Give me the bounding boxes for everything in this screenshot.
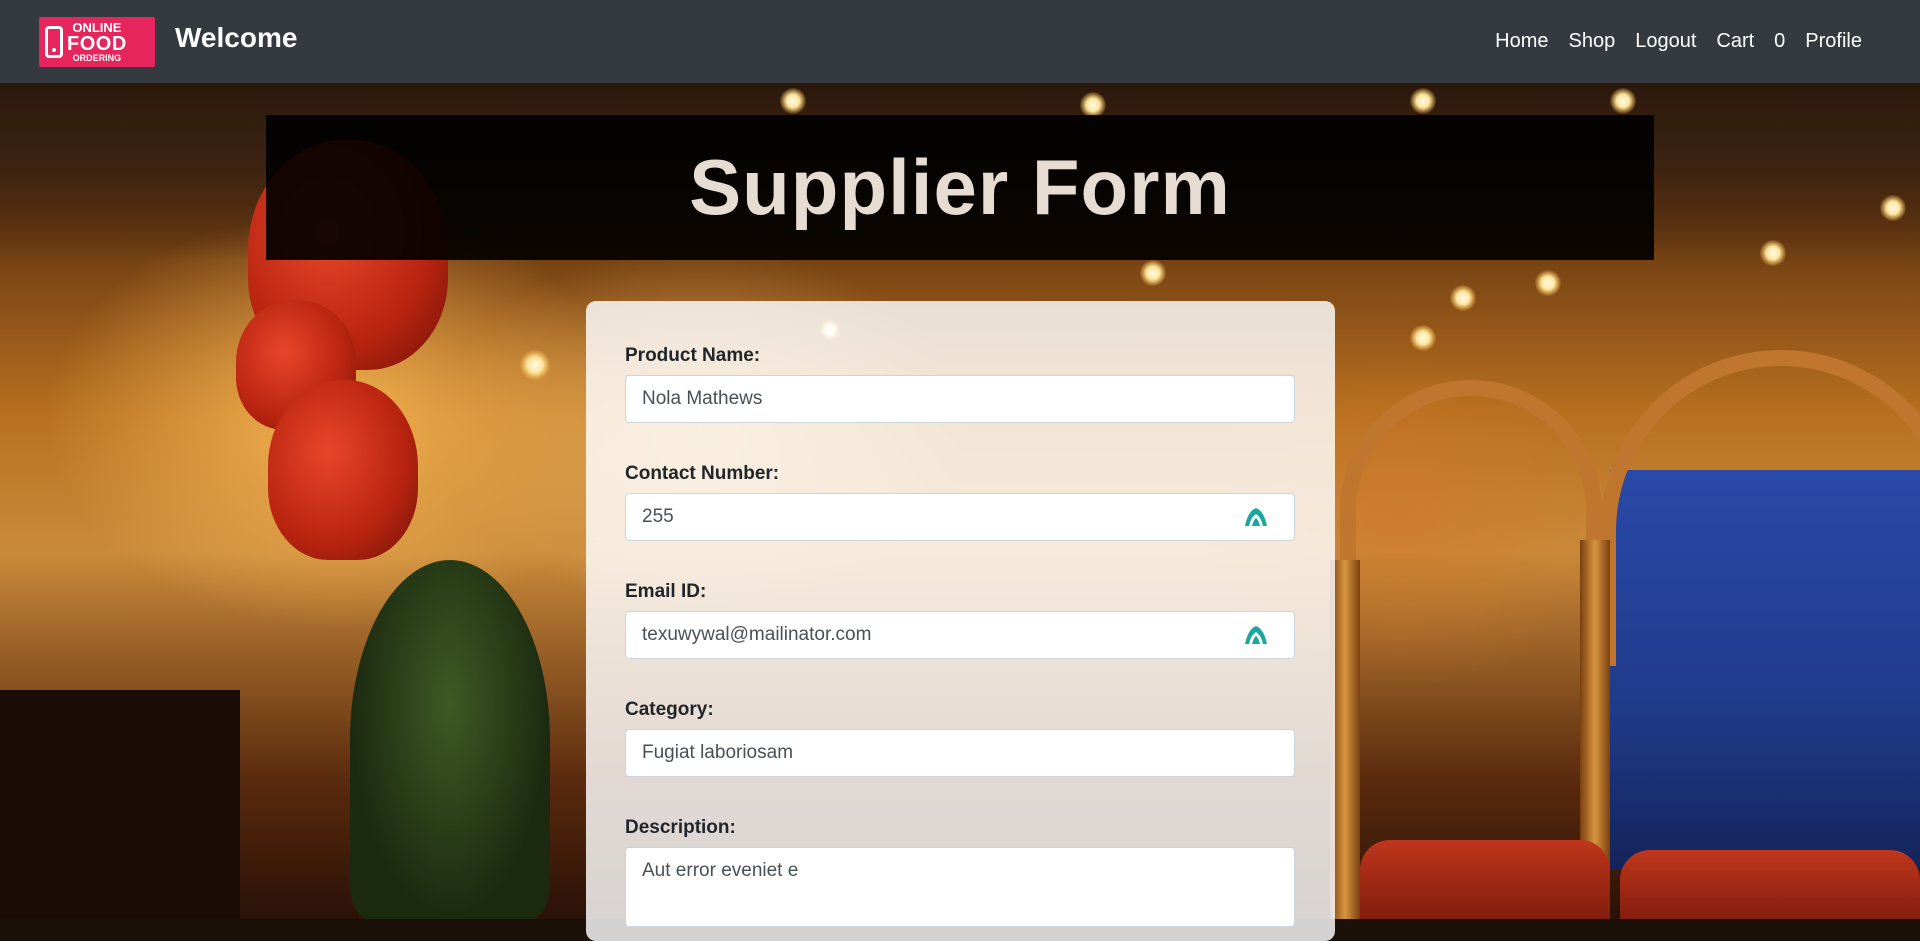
logo-text-line2: FOOD <box>67 32 127 55</box>
email-input[interactable]: texuwywal@mailinator.com <box>625 611 1295 659</box>
category-value: Fugiat laboriosam <box>642 742 794 763</box>
top-navbar: ONLINE FOOD ORDERING Welcome Home Shop L… <box>0 0 1920 83</box>
description-textarea[interactable]: Aut error eveniet e <box>625 847 1295 927</box>
logo-text-line3: ORDERING <box>72 52 122 63</box>
product-name-input[interactable]: Nola Mathews <box>625 375 1295 423</box>
cart-count[interactable]: 0 <box>1764 30 1795 53</box>
nav-link-logout[interactable]: Logout <box>1625 30 1706 53</box>
phone-icon <box>45 25 63 58</box>
contact-number-group: Contact Number: 255 <box>625 463 1295 541</box>
nav-links: Home Shop Logout Cart 0 Profile <box>1485 30 1872 53</box>
nav-link-profile[interactable]: Profile <box>1795 30 1872 53</box>
brand-title[interactable]: Welcome <box>175 22 297 54</box>
logo-text-line1: ONLINE <box>72 19 122 35</box>
product-name-group: Product Name: Nola Mathews <box>625 345 1295 423</box>
autofill-icon[interactable] <box>1244 625 1268 645</box>
email-group: Email ID: texuwywal@mailinator.com <box>625 581 1295 659</box>
nav-link-shop[interactable]: Shop <box>1558 30 1625 53</box>
email-value: texuwywal@mailinator.com <box>642 624 872 645</box>
description-value: Aut error eveniet e <box>642 860 799 881</box>
page-title: Supplier Form <box>689 143 1231 231</box>
contact-number-label: Contact Number: <box>625 463 780 484</box>
contact-number-value: 255 <box>642 506 674 527</box>
page-title-banner: Supplier Form <box>266 115 1654 260</box>
email-label: Email ID: <box>625 581 707 602</box>
category-group: Category: Fugiat laboriosam <box>625 699 1295 777</box>
nav-link-cart[interactable]: Cart <box>1706 30 1764 53</box>
category-input[interactable]: Fugiat laboriosam <box>625 729 1295 777</box>
nav-link-home[interactable]: Home <box>1485 30 1558 53</box>
supplier-form: Product Name: Nola Mathews Contact Numbe… <box>586 301 1335 941</box>
product-name-label: Product Name: <box>625 345 761 366</box>
category-label: Category: <box>625 699 714 720</box>
description-label: Description: <box>625 817 736 838</box>
description-group: Description: Aut error eveniet e <box>625 817 1295 927</box>
product-name-value: Nola Mathews <box>642 388 763 409</box>
contact-number-input[interactable]: 255 <box>625 493 1295 541</box>
autofill-icon[interactable] <box>1244 507 1268 527</box>
app-logo[interactable]: ONLINE FOOD ORDERING <box>39 16 155 67</box>
